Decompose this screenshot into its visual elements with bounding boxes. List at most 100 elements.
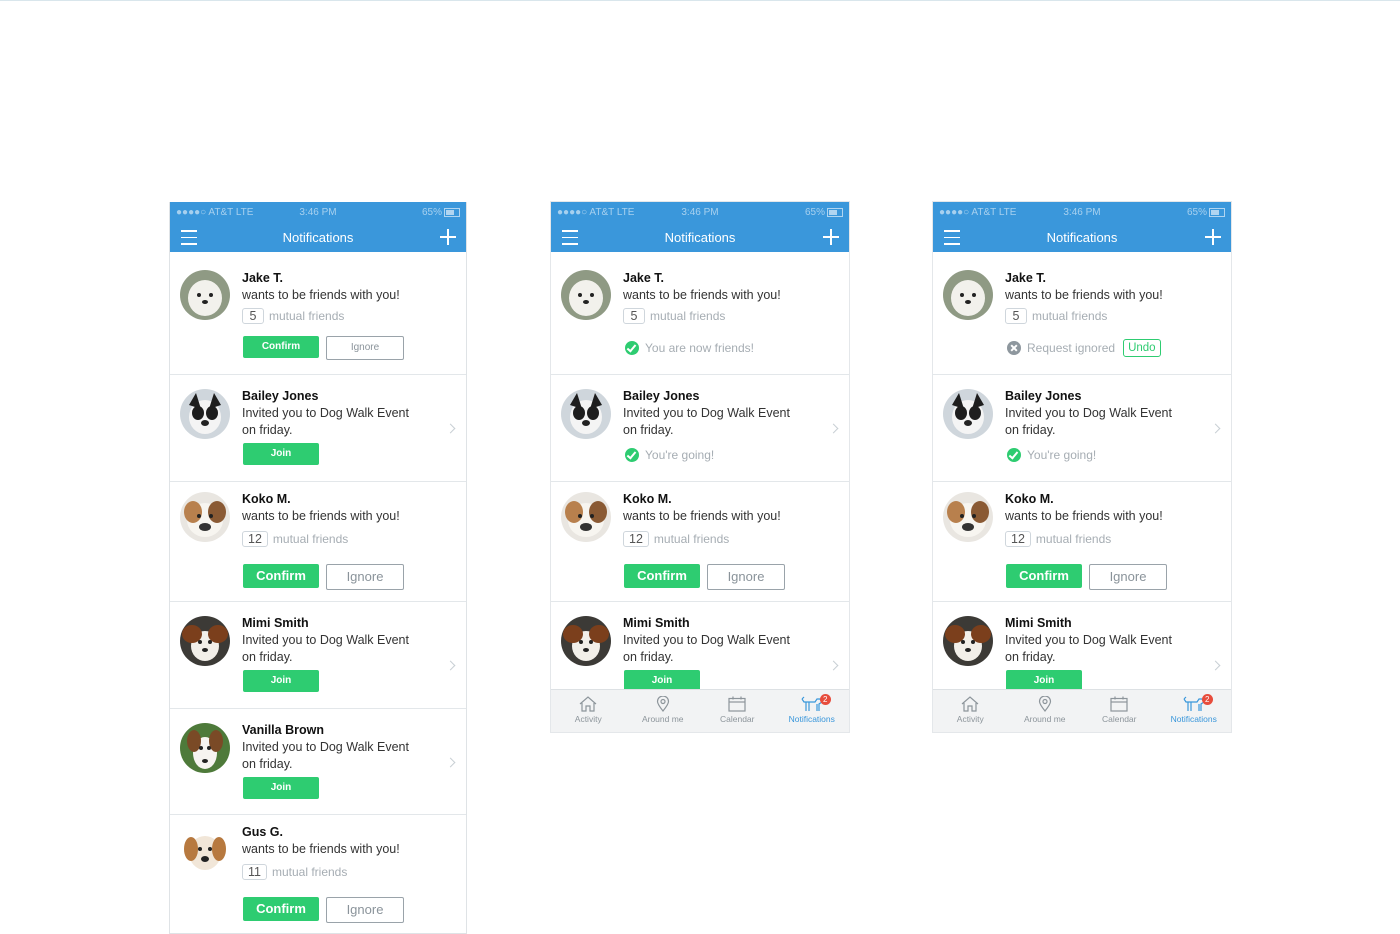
avatar-mimi	[561, 616, 611, 666]
notification-message: Invited you to Dog Walk Event on friday.	[1005, 632, 1205, 666]
message-line-1: Invited you to Dog Walk Event	[242, 740, 409, 754]
mutual-friends: 12 mutual friends	[1005, 531, 1111, 547]
join-button[interactable]: Join	[243, 777, 319, 799]
message-line-1: Invited you to Dog Walk Event	[242, 633, 409, 647]
tab-label: Calendar	[1102, 714, 1137, 724]
notification-badge: 2	[819, 694, 831, 705]
tab-notifications[interactable]: 2 Notifications	[1157, 690, 1232, 732]
tab-calendar[interactable]: Calendar	[700, 690, 775, 732]
notification-card-bailey[interactable]: Bailey Jones Invited you to Dog Walk Eve…	[170, 375, 466, 482]
sender-name: Mimi Smith	[242, 616, 309, 630]
notification-card-koko: Koko M. wants to be friends with you! 12…	[551, 482, 849, 602]
confirm-button[interactable]: Confirm	[243, 564, 319, 588]
status-bar: ●●●●○ AT&T LTE 3:46 PM 65%	[170, 202, 466, 222]
message-line-2: on friday.	[623, 650, 674, 664]
notification-message: wants to be friends with you!	[242, 842, 400, 856]
notification-message: Invited you to Dog Walk Event on friday.	[242, 632, 442, 666]
top-divider	[0, 0, 1400, 1]
phone-screen-2: ●●●●○ AT&T LTE 3:46 PM 65% Notifications…	[551, 202, 849, 732]
ignore-button[interactable]: Ignore	[326, 336, 404, 360]
sender-name: Mimi Smith	[623, 616, 690, 630]
page-title: Notifications	[282, 230, 354, 245]
notification-card-bailey[interactable]: Bailey Jones Invited you to Dog Walk Eve…	[933, 375, 1231, 482]
sender-name: Bailey Jones	[242, 389, 319, 403]
status-bar: ●●●●○ AT&T LTE 3:46 PM 65%	[551, 202, 849, 222]
add-icon[interactable]	[823, 229, 839, 245]
join-button[interactable]: Join	[243, 443, 319, 465]
notification-card-mimi[interactable]: Mimi Smith Invited you to Dog Walk Event…	[170, 602, 466, 709]
status-bar: ●●●●○ AT&T LTE 3:46 PM 65%	[933, 202, 1231, 222]
avatar-jake	[561, 270, 611, 320]
battery-indicator: 65%	[805, 207, 843, 218]
chevron-right-icon	[828, 660, 839, 671]
ignore-button[interactable]: Ignore	[326, 897, 404, 923]
notification-card-gus: Gus G. wants to be friends with you! 11 m…	[170, 815, 466, 933]
battery-indicator: 65%	[1187, 207, 1225, 218]
confirm-button[interactable]: Confirm	[1006, 564, 1082, 588]
mutual-label: mutual friends	[1032, 309, 1108, 323]
tab-calendar[interactable]: Calendar	[1082, 690, 1157, 732]
notification-message: Invited you to Dog Walk Event on friday.	[623, 405, 823, 439]
notification-message: wants to be friends with you!	[623, 509, 781, 523]
tab-notifications[interactable]: 2 Notifications	[775, 690, 850, 732]
mutual-label: mutual friends	[650, 309, 726, 323]
mutual-friends: 5 mutual friends	[1005, 308, 1107, 324]
mutual-count: 12	[1005, 531, 1031, 547]
notification-card-vanilla[interactable]: Vanilla Brown Invited you to Dog Walk Ev…	[170, 709, 466, 815]
tab-around-me[interactable]: Around me	[1008, 690, 1083, 732]
ignore-button[interactable]: Ignore	[707, 564, 785, 590]
mutual-friends: 12 mutual friends	[623, 531, 729, 547]
notification-message: Invited you to Dog Walk Event on friday.	[1005, 405, 1205, 439]
battery-icon	[827, 207, 843, 217]
message-line-1: Invited you to Dog Walk Event	[623, 406, 790, 420]
avatar-mimi	[180, 616, 230, 666]
friend-confirmed-status: You are now friends!	[625, 341, 754, 355]
notification-message: wants to be friends with you!	[242, 288, 400, 302]
mutual-label: mutual friends	[272, 532, 349, 546]
phone-screen-3: ●●●●○ AT&T LTE 3:46 PM 65% Notifications…	[933, 202, 1231, 732]
notification-message: Invited you to Dog Walk Event on friday.	[623, 632, 823, 666]
battery-label: 65%	[1186, 207, 1207, 218]
check-circle-icon	[1007, 448, 1021, 462]
message-line-2: on friday.	[242, 423, 293, 437]
sender-name: Bailey Jones	[623, 389, 700, 403]
add-icon[interactable]	[1205, 229, 1221, 245]
map-pin-icon	[1038, 696, 1051, 712]
notification-badge: 2	[1201, 694, 1213, 705]
battery-icon	[444, 207, 460, 217]
ignore-button[interactable]: Ignore	[1089, 564, 1167, 590]
battery-label: 65%	[421, 207, 442, 218]
notification-message: wants to be friends with you!	[623, 288, 781, 302]
join-button[interactable]: Join	[243, 670, 319, 692]
confirm-button[interactable]: Confirm	[243, 336, 319, 358]
event-going-status: You're going!	[1007, 448, 1096, 462]
nav-bar: Notifications	[551, 222, 849, 252]
notification-card-jake: Jake T. wants to be friends with you! 5m…	[551, 252, 849, 375]
tab-activity[interactable]: Activity	[933, 690, 1008, 732]
avatar-koko	[180, 492, 230, 542]
tab-activity[interactable]: Activity	[551, 690, 626, 732]
chevron-right-icon	[445, 660, 456, 671]
avatar-jake	[180, 270, 230, 320]
chevron-right-icon	[1210, 423, 1221, 434]
tab-label: Activity	[956, 714, 984, 724]
notification-card-jake: Jake T. wants to be friends with you! 5m…	[170, 252, 466, 375]
chevron-right-icon	[828, 423, 839, 434]
sender-name: Jake T.	[1005, 271, 1047, 285]
tab-around-me[interactable]: Around me	[626, 690, 701, 732]
notification-message: wants to be friends with you!	[1005, 288, 1163, 302]
avatar-koko	[561, 492, 611, 542]
confirm-button[interactable]: Confirm	[624, 564, 700, 588]
notification-card-bailey[interactable]: Bailey Jones Invited you to Dog Walk Eve…	[551, 375, 849, 482]
chevron-right-icon	[445, 757, 456, 768]
message-line-2: on friday.	[242, 650, 293, 664]
undo-button[interactable]: Undo	[1123, 339, 1161, 357]
message-line-1: Invited you to Dog Walk Event	[1005, 406, 1172, 420]
request-ignored-status: Request ignored Undo	[1007, 339, 1161, 357]
tab-label: Notifications	[1170, 714, 1217, 724]
confirm-button[interactable]: Confirm	[243, 897, 319, 921]
ignore-button[interactable]: Ignore	[326, 564, 404, 590]
tab-label: Around me	[1023, 714, 1066, 724]
sender-name: Koko M.	[1005, 492, 1054, 506]
add-icon[interactable]	[440, 229, 456, 245]
